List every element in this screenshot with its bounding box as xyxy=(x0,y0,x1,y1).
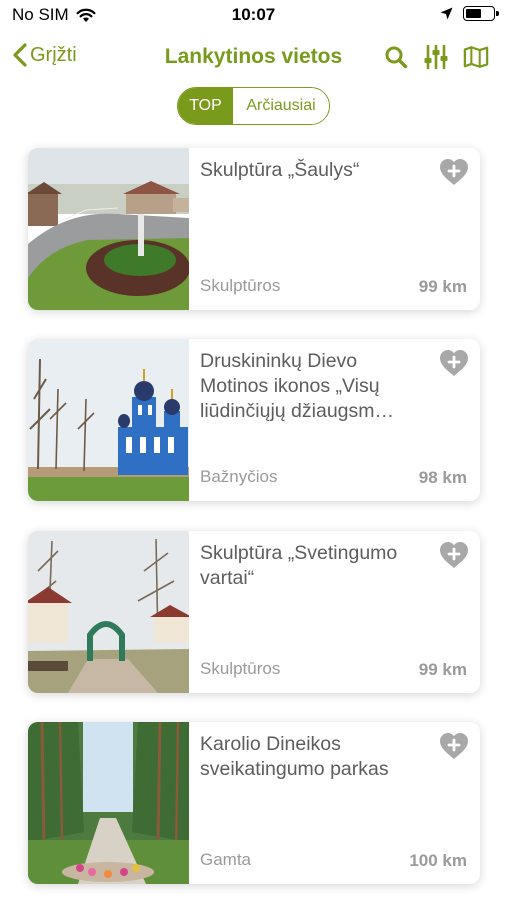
status-bar: No SIM 10:07 xyxy=(0,0,507,30)
place-title: Skulptūra „Šaulys“ xyxy=(200,159,360,181)
map-icon[interactable] xyxy=(463,44,489,70)
battery-cap xyxy=(496,11,499,16)
tab-top[interactable]: TOP xyxy=(178,88,233,124)
place-image xyxy=(28,531,189,693)
back-label: Grįžti xyxy=(30,43,77,66)
place-category: Gamta xyxy=(200,850,252,869)
place-card[interactable]: Karolio Dineikos sveikatingumo parkas Ga… xyxy=(28,722,480,884)
place-distance: 98 km xyxy=(418,468,467,487)
favorite-heart-icon[interactable] xyxy=(439,349,469,377)
place-image xyxy=(28,339,189,501)
nav-actions xyxy=(383,44,489,70)
place-title: Druskininkų Dievo Motinos ikonos „Visų l… xyxy=(200,350,395,422)
nav-bar: Grįžti Lankytinos vietos xyxy=(0,36,507,80)
favorite-heart-icon[interactable] xyxy=(439,732,469,760)
search-icon[interactable] xyxy=(383,44,409,70)
place-category: Bažnyčios xyxy=(200,467,278,486)
place-distance: 100 km xyxy=(409,851,467,870)
place-card[interactable]: Skulptūra „Svetingumo vartai“ Skulptūros… xyxy=(28,531,480,693)
battery-fill xyxy=(466,9,481,18)
back-button[interactable]: Grįžti xyxy=(12,42,77,68)
status-right xyxy=(440,6,499,21)
place-image xyxy=(28,722,189,884)
place-distance: 99 km xyxy=(418,660,467,679)
favorite-heart-icon[interactable] xyxy=(439,541,469,569)
location-arrow-icon xyxy=(440,7,453,20)
tab-nearest[interactable]: Arčiausiai xyxy=(233,88,329,124)
place-image xyxy=(28,148,189,310)
battery-icon xyxy=(463,6,499,21)
place-title: Karolio Dineikos sveikatingumo parkas xyxy=(200,733,389,780)
place-title: Skulptūra „Svetingumo vartai“ xyxy=(200,542,398,589)
filter-icon[interactable] xyxy=(423,44,449,70)
place-category: Skulptūros xyxy=(200,659,281,678)
sort-segmented-control: TOP Arčiausiai xyxy=(177,87,330,125)
place-category: Skulptūros xyxy=(200,276,281,295)
place-card[interactable]: Skulptūra „Šaulys“ Skulptūros 99 km xyxy=(28,148,480,310)
favorite-heart-icon[interactable] xyxy=(439,158,469,186)
status-time: 10:07 xyxy=(231,5,276,24)
place-distance: 99 km xyxy=(418,277,467,296)
chevron-left-icon xyxy=(13,43,27,67)
place-card[interactable]: Druskininkų Dievo Motinos ikonos „Visų l… xyxy=(28,339,480,501)
